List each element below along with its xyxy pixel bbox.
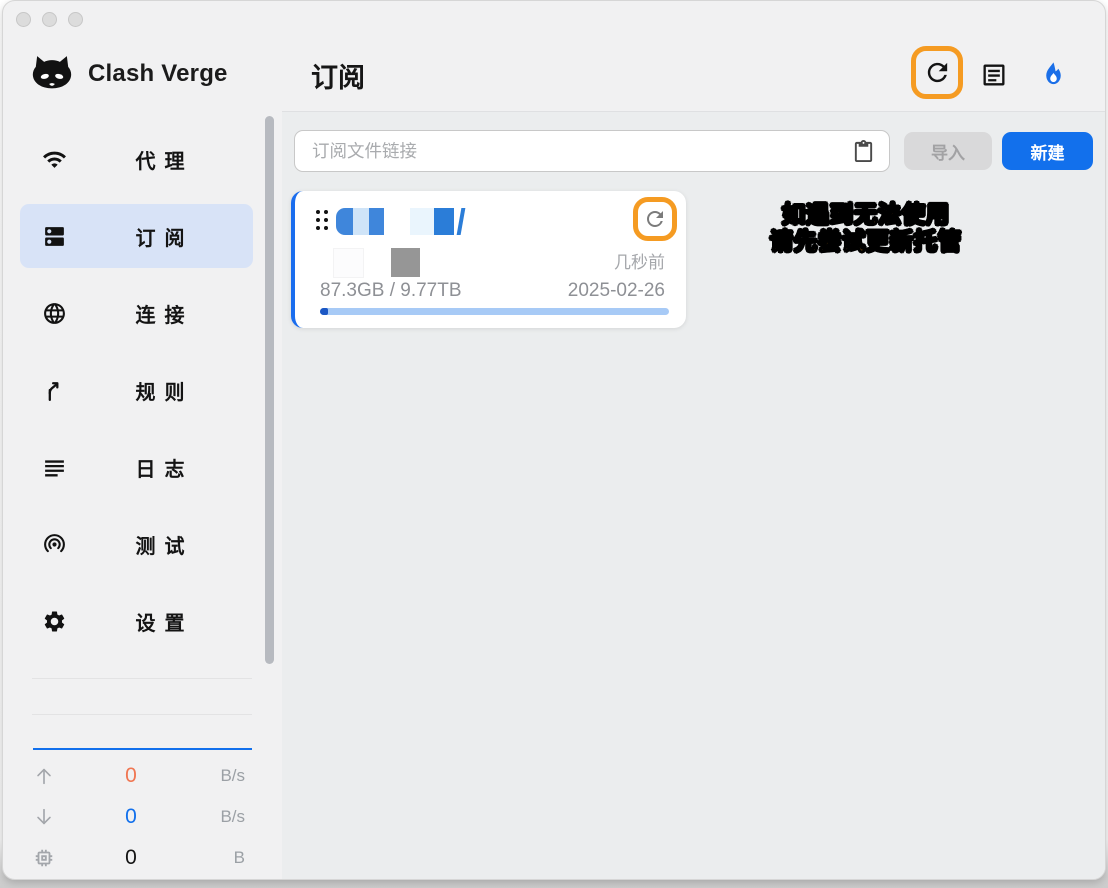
sidebar-item-proxy[interactable]: 代理 [20,127,253,191]
app-window: Clash Verge 代理 订阅 连接 规则 [2,0,1106,880]
clash-core-button[interactable] [1039,60,1068,89]
profile-expiry-date: 2025-02-26 [568,280,665,302]
wifi-tethering-icon [42,532,67,557]
refresh-icon [643,207,667,231]
sidebar-item-label: 连接 [67,299,253,328]
sidebar-item-label: 设置 [67,607,253,636]
upload-stat-row: 0 B/s [23,762,253,790]
document-icon [980,76,1008,93]
minimize-button[interactable] [42,12,57,27]
sidebar-item-test[interactable]: 测试 [20,512,253,576]
redacted-tag-block [333,248,364,278]
redacted-tag-block [391,248,420,277]
sidebar-nav: 代理 订阅 连接 规则 日志 [20,127,253,666]
memory-stat-row: 0 B [23,844,253,872]
globe-icon [42,301,67,326]
profile-card[interactable]: 几秒前 87.3GB / 9.77TB 2025-02-26 [291,191,686,328]
fork-arrow-icon [42,378,67,403]
maximize-button[interactable] [68,12,83,27]
gear-icon [42,609,67,634]
memory-chip-icon [33,847,55,869]
traffic-graph-baseline [33,748,252,750]
download-speed-unit: B/s [193,807,245,827]
sidebar-divider [32,678,252,679]
sidebar-item-label: 日志 [67,453,253,482]
sidebar-item-settings[interactable]: 设置 [20,589,253,653]
view-runtime-config-button[interactable] [980,61,1008,89]
download-speed-value: 0 [55,805,193,829]
sidebar-item-connections[interactable]: 连接 [20,281,253,345]
drag-handle-icon[interactable] [316,210,328,230]
import-button[interactable]: 导入 [904,132,992,170]
sidebar-item-label: 规则 [67,376,253,405]
tutorial-annotation: 如遇到无法使用 请先尝试更新托管 [701,201,1031,255]
wifi-icon [42,147,67,172]
profile-update-button[interactable] [633,197,677,241]
download-stat-row: 0 B/s [23,803,253,831]
annotation-line1: 如遇到无法使用 [701,201,1031,228]
sidebar-item-label: 订阅 [67,222,253,251]
cat-logo-icon [29,52,75,96]
redacted-profile-name [336,208,463,235]
profile-usage-progressbar [320,308,669,315]
clipboard-icon[interactable] [852,139,875,164]
app-logo: Clash Verge [29,52,228,96]
refresh-all-button[interactable] [911,46,963,99]
close-button[interactable] [16,12,31,27]
app-title: Clash Verge [88,60,228,88]
arrow-up-icon [33,765,55,787]
dns-icon [42,224,67,249]
annotation-line2: 请先尝试更新托管 [701,228,1031,255]
sidebar-item-label: 代理 [67,145,253,174]
upload-speed-unit: B/s [193,766,245,786]
sidebar-item-rules[interactable]: 规则 [20,358,253,422]
progress-fill [320,308,328,315]
arrow-down-icon [33,806,55,828]
log-lines-icon [42,455,67,480]
window-controls [16,12,83,27]
sidebar-item-profiles[interactable]: 订阅 [20,204,253,268]
sidebar-scrollbar[interactable] [265,116,274,664]
page-title: 订阅 [311,56,365,95]
memory-usage-unit: B [193,848,245,868]
flame-icon [1039,76,1068,93]
sidebar-divider [32,714,252,715]
sidebar-item-label: 测试 [67,530,253,559]
profile-updated-time: 几秒前 [614,248,665,273]
memory-usage-value: 0 [55,846,193,870]
refresh-icon [923,58,952,87]
new-profile-button[interactable]: 新建 [1002,132,1093,170]
profile-traffic-usage: 87.3GB / 9.77TB [320,280,462,302]
sidebar-item-logs[interactable]: 日志 [20,435,253,499]
upload-speed-value: 0 [55,764,193,788]
profile-url-input[interactable] [294,130,890,172]
